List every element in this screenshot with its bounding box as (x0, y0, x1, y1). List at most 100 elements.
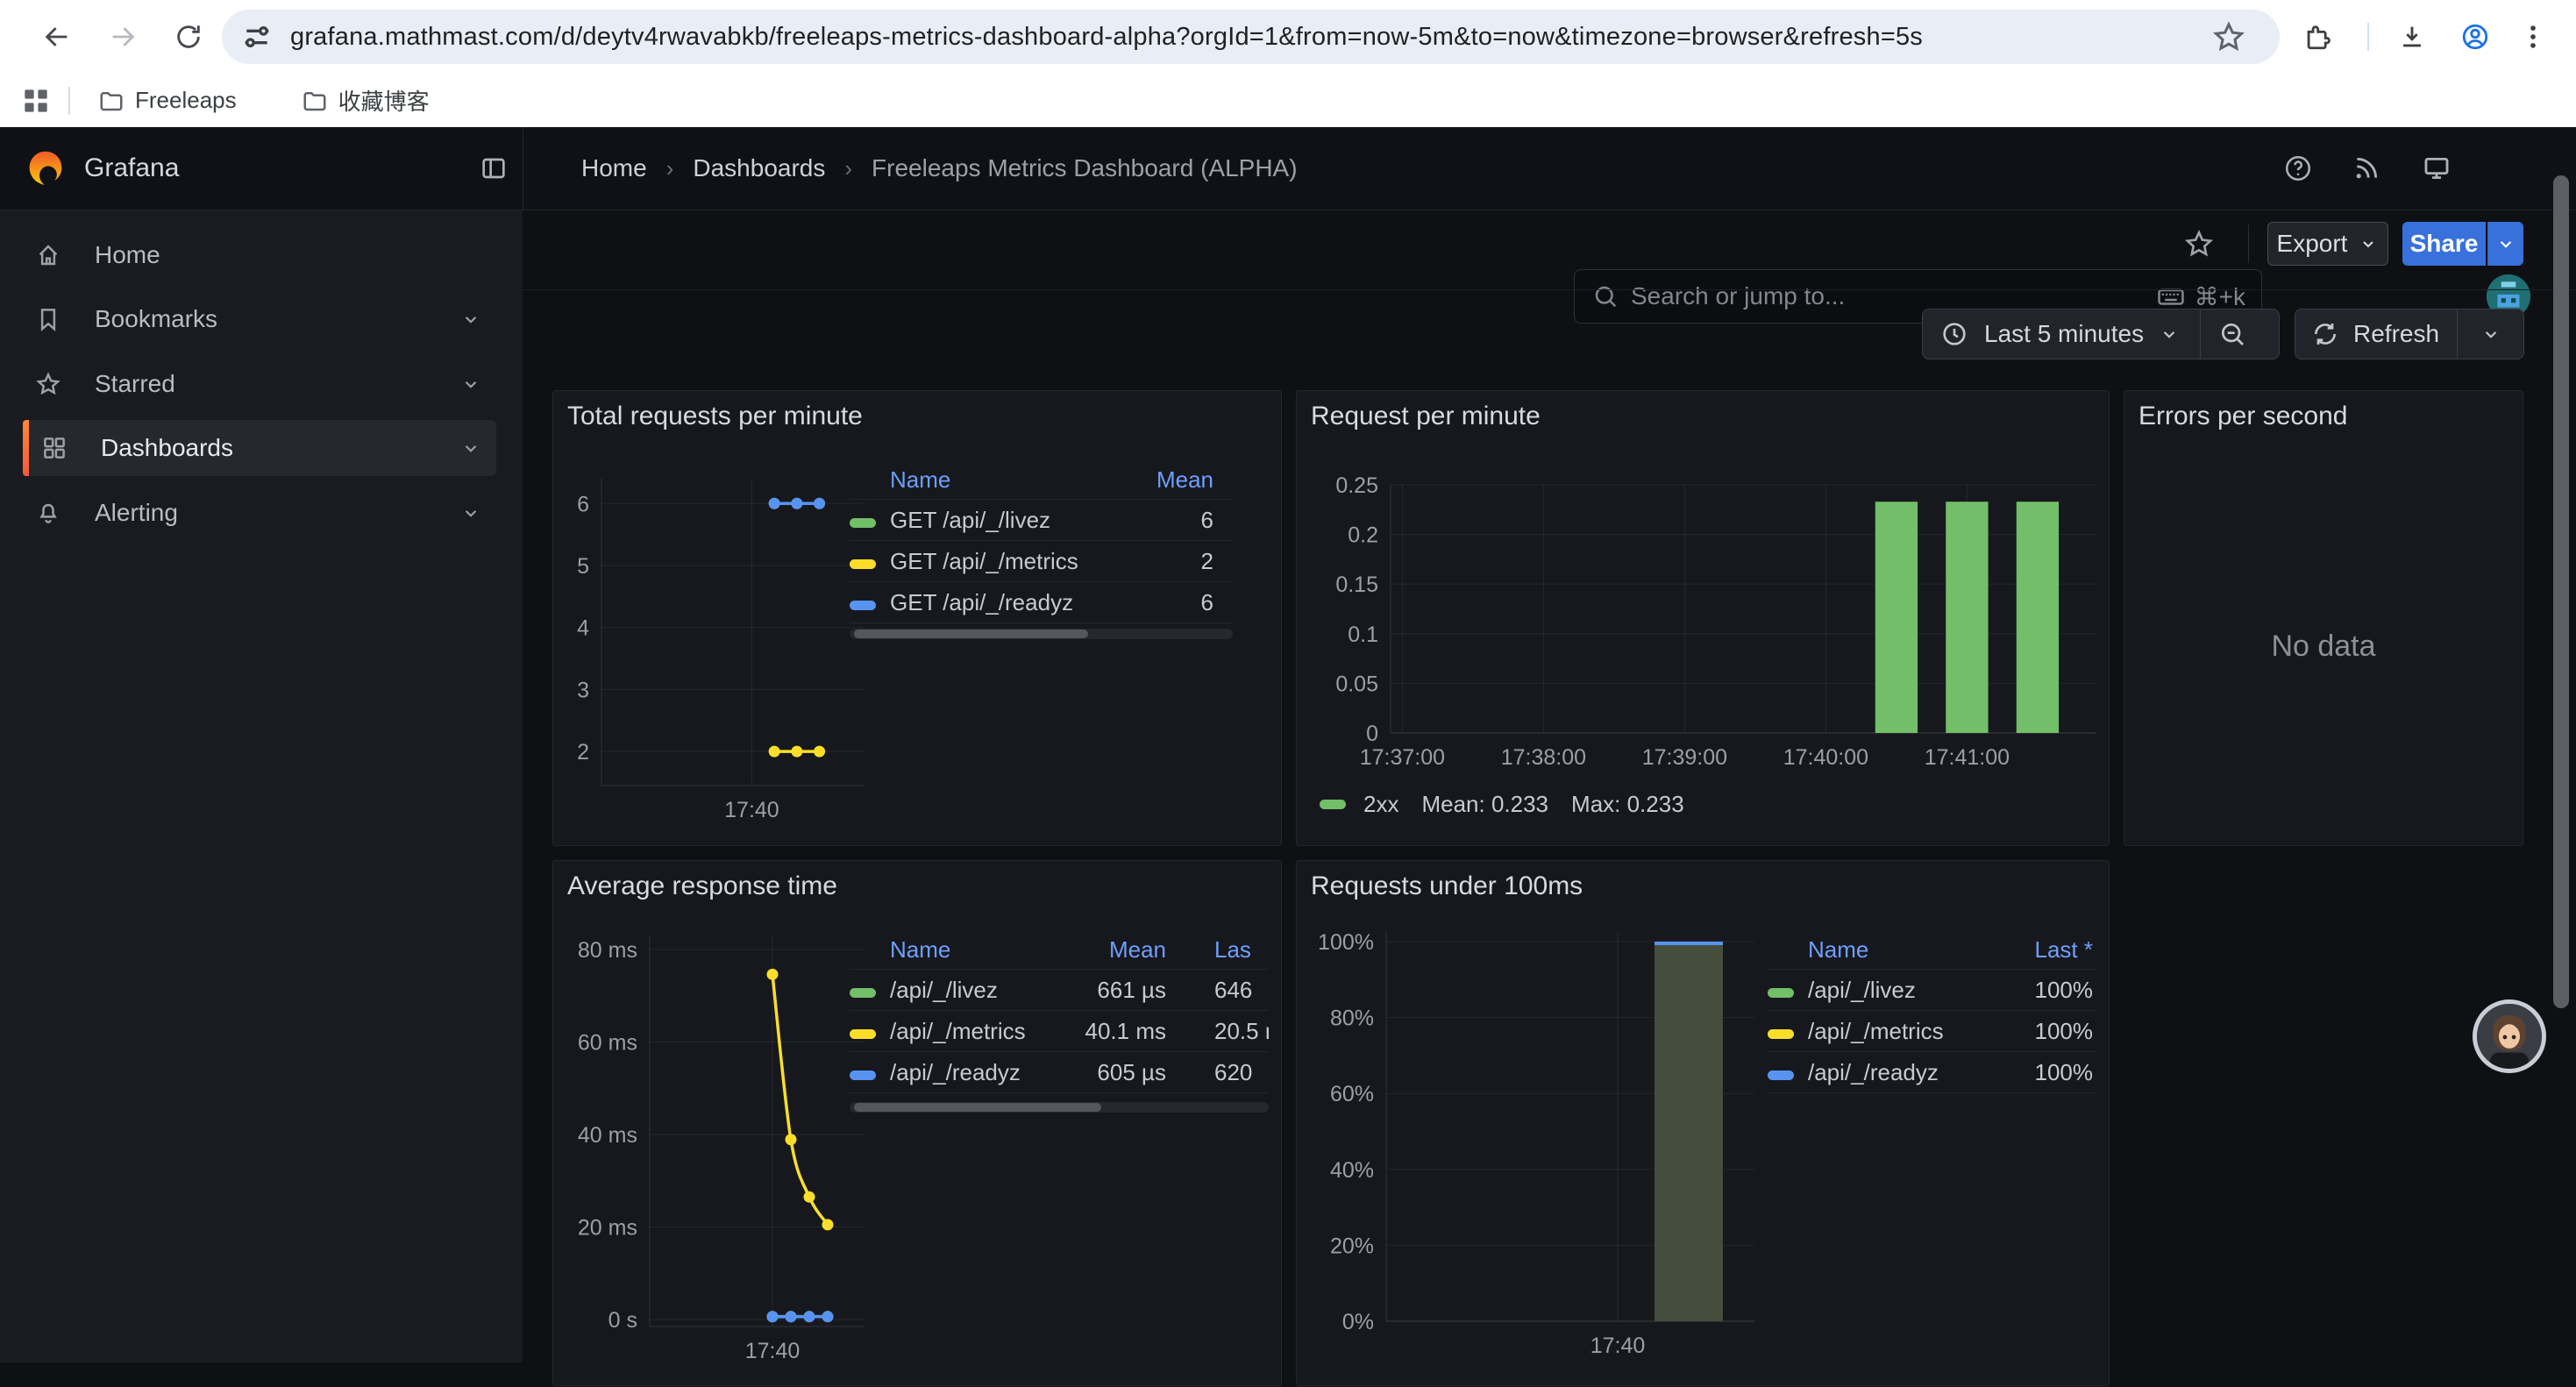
clock-icon (1940, 320, 1968, 348)
legend-row[interactable]: GET /api/_/livez6 (850, 500, 1233, 541)
legend-row[interactable]: /api/_/readyz605 µs620 (850, 1052, 1269, 1093)
site-settings-icon[interactable] (239, 19, 274, 54)
svg-text:17:40:00: 17:40:00 (1783, 745, 1868, 770)
breadcrumb: Home › Dashboards › Freeleaps Metrics Da… (581, 127, 1298, 210)
series-swatch (1768, 1029, 1794, 1039)
extensions-icon[interactable] (2297, 17, 2338, 57)
zoom-out-icon[interactable] (2218, 320, 2246, 348)
legend-cell-mean: 2 (1132, 548, 1233, 575)
page-scrollbar[interactable] (2553, 175, 2569, 1008)
legend-header-last[interactable]: Las (1166, 936, 1269, 964)
kiosk-monitor-icon[interactable] (2416, 148, 2457, 188)
refresh-button[interactable]: Refresh (2353, 320, 2439, 348)
series-swatch (1768, 988, 1794, 998)
series-name: 2xx (1363, 791, 1398, 818)
legend-header-mean[interactable]: Mean (1132, 466, 1233, 494)
panel-title[interactable]: Total requests per minute (567, 402, 863, 431)
legend-row-2xx[interactable]: 2xx Mean: 0.233 Max: 0.233 (1320, 791, 1684, 818)
legend-row[interactable]: /api/_/livez661 µs646 (850, 970, 1269, 1011)
series-swatch (1768, 1070, 1794, 1080)
panel-request-per-minute: 00.050.10.150.20.2517:37:0017:38:0017:39… (1296, 390, 2110, 846)
legend-scrollbar[interactable] (850, 629, 1233, 639)
legend-cell-mean: 661 µs (1065, 977, 1166, 1004)
request-per-minute-chart[interactable]: 00.050.10.150.20.2517:37:0017:38:0017:39… (1297, 391, 2110, 847)
series-mean: Mean: 0.233 (1421, 791, 1548, 818)
svg-text:0.25: 0.25 (1335, 473, 1378, 498)
brand-name: Grafana (84, 153, 179, 183)
sidebar-item-label: Starred (95, 370, 175, 398)
breadcrumb-home[interactable]: Home (581, 154, 647, 182)
bookmark-folder-blogs[interactable]: 收藏博客 (289, 77, 442, 124)
chevron-down-icon[interactable] (459, 501, 482, 524)
bookmark-folder-freeleaps[interactable]: Freeleaps (86, 80, 249, 121)
grafana-logo-icon (26, 149, 65, 188)
home-icon (35, 242, 61, 268)
legend-row[interactable]: GET /api/_/readyz6 (850, 582, 1233, 623)
panel-title[interactable]: Requests under 100ms (1311, 871, 1583, 901)
menu-icon[interactable] (2513, 17, 2553, 57)
bookmark-label: 收藏博客 (338, 84, 430, 117)
download-icon[interactable] (2392, 17, 2432, 57)
legend-row[interactable]: /api/_/metrics40.1 ms20.5 r (850, 1011, 1269, 1052)
refresh-interval-dropdown[interactable] (2480, 323, 2502, 345)
sidebar-item-dashboards[interactable]: Dashboards (23, 420, 496, 476)
grafana-brand[interactable]: Grafana (26, 127, 179, 210)
back-icon[interactable] (37, 17, 77, 57)
legend-cell-name: GET /api/_/livez (890, 507, 1132, 534)
svg-text:60%: 60% (1330, 1082, 1374, 1106)
sidebar-item-starred[interactable]: Starred (23, 356, 496, 412)
legend-row[interactable]: GET /api/_/metrics2 (850, 541, 1233, 582)
panel-total-requests: 2345617:40 Total requests per minute Nam… (552, 390, 1282, 846)
svg-text:80%: 80% (1330, 1006, 1374, 1031)
profile-icon[interactable] (2455, 17, 2495, 57)
legend-row[interactable]: /api/_/metrics100% (1768, 1011, 2096, 1052)
help-icon[interactable] (2278, 148, 2318, 188)
panel-title[interactable]: Average response time (567, 871, 837, 901)
news-rss-icon[interactable] (2346, 148, 2387, 188)
legend-header-mean[interactable]: Mean (1065, 936, 1166, 964)
toolbar-divider (2248, 224, 2249, 263)
assistant-avatar[interactable] (2473, 999, 2546, 1073)
legend-header-name[interactable]: Name (1808, 936, 1992, 964)
svg-text:20%: 20% (1330, 1234, 1374, 1258)
url-bar[interactable]: grafana.mathmast.com/d/deytv4rwavabkb/fr… (222, 10, 2280, 64)
legend-table: NameMeanLas/api/_/livez661 µs646/api/_/m… (850, 931, 1269, 1093)
legend-header-last[interactable]: Last * (1992, 936, 2096, 964)
panel-errors-per-second: Errors per second No data (2124, 390, 2523, 846)
share-button[interactable]: Share (2402, 222, 2486, 266)
breadcrumb-dashboards[interactable]: Dashboards (693, 154, 825, 182)
panel-average-response-time: 0 s20 ms40 ms60 ms80 ms17:40 Average res… (552, 860, 1282, 1386)
chevron-down-icon[interactable] (459, 308, 482, 331)
legend-header-name[interactable]: Name (890, 936, 1065, 964)
button-divider (2200, 309, 2201, 359)
apps-grid-icon[interactable] (19, 84, 53, 117)
sidebar-item-bookmarks[interactable]: Bookmarks (23, 291, 496, 347)
series-swatch (850, 559, 876, 569)
bookmark-star-icon[interactable] (2211, 19, 2246, 54)
chevron-down-icon[interactable] (459, 437, 482, 459)
panel-title[interactable]: Errors per second (2138, 402, 2347, 431)
reload-icon[interactable] (168, 17, 209, 57)
legend-row[interactable]: /api/_/readyz100% (1768, 1052, 2096, 1093)
svg-text:4: 4 (577, 616, 589, 641)
share-dropdown-button[interactable] (2487, 222, 2523, 266)
legend-row[interactable]: /api/_/livez100% (1768, 970, 2096, 1011)
panel-title[interactable]: Request per minute (1311, 402, 1541, 431)
sidebar-toggle-icon[interactable] (473, 148, 514, 188)
refresh-icon[interactable] (2311, 320, 2339, 348)
chevron-down-icon[interactable] (2158, 323, 2181, 345)
svg-text:2: 2 (577, 740, 589, 765)
favorite-star-icon[interactable] (2178, 223, 2220, 265)
sidebar-item-alerting[interactable]: Alerting (23, 485, 496, 541)
svg-text:80 ms: 80 ms (578, 938, 637, 963)
legend-header-name[interactable]: Name (890, 466, 1132, 494)
legend-cell-name: /api/_/metrics (1808, 1018, 1992, 1045)
chevron-down-icon[interactable] (459, 373, 482, 395)
legend-scrollbar[interactable] (850, 1102, 1269, 1113)
panel-requests-under-100ms: 0%20%40%60%80%100%17:40 Requests under 1… (1296, 860, 2110, 1386)
export-button[interactable]: Export (2267, 222, 2388, 266)
sidebar-item-home[interactable]: Home (23, 227, 496, 283)
url-text[interactable]: grafana.mathmast.com/d/deytv4rwavabkb/fr… (290, 23, 2280, 52)
time-range-button[interactable]: Last 5 minutes (1984, 320, 2144, 348)
forward-icon[interactable] (103, 17, 143, 57)
